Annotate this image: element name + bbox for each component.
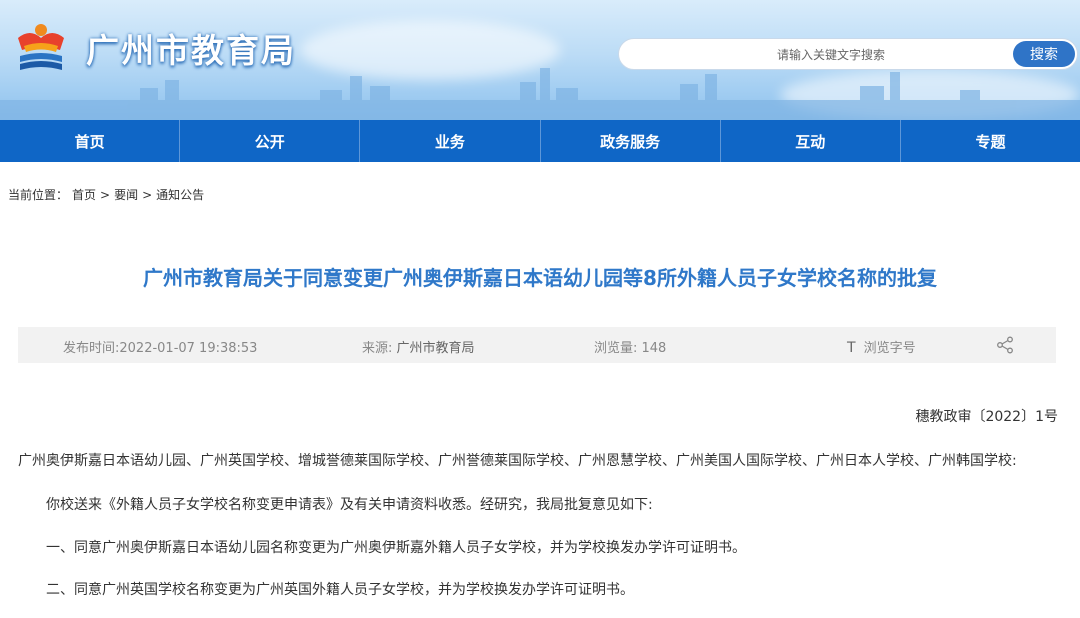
font-size-icon: T (847, 340, 856, 356)
font-size-control[interactable]: T 浏览字号 (847, 337, 916, 356)
breadcrumb-home[interactable]: 首页 (72, 186, 96, 203)
source: 来源: 广州市教育局 (362, 337, 475, 356)
nav-item-home[interactable]: 首页 (0, 120, 181, 162)
main-nav: 首页 公开 业务 政务服务 互动 专题 (0, 120, 1080, 162)
nav-item-public[interactable]: 公开 (180, 120, 361, 162)
header-banner: 广州市教育局 搜索 (0, 0, 1080, 120)
search-button[interactable]: 搜索 (1013, 41, 1075, 67)
breadcrumb-notices[interactable]: 通知公告 (156, 186, 204, 203)
nav-item-business[interactable]: 业务 (360, 120, 541, 162)
search-box: 搜索 (618, 38, 1078, 70)
document-number: 穗教政审〔2022〕1号 (915, 409, 1058, 425)
site-title[interactable]: 广州市教育局 (86, 24, 296, 72)
nav-item-gov-services[interactable]: 政务服务 (541, 120, 721, 162)
breadcrumb-prefix: 当前位置： (8, 188, 69, 202)
nav-item-interaction[interactable]: 互动 (721, 120, 901, 162)
source-label: 来源: (362, 341, 397, 356)
view-count: 浏览量: 148 (594, 341, 667, 356)
share-icon[interactable] (996, 336, 1014, 354)
search-input[interactable] (649, 44, 1013, 66)
article-meta-bar: 发布时间:2022-01-07 19:38:53 来源: 广州市教育局 浏览量:… (18, 327, 1056, 363)
education-bureau-logo (18, 24, 64, 70)
breadcrumb-separator: > (100, 187, 111, 202)
recipients: 广州奥伊斯嘉日本语幼儿园、广州英国学校、增城誉德莱国际学校、广州誉德莱国际学校、… (18, 453, 1017, 469)
breadcrumb: 当前位置： 首页 > 要闻 > 通知公告 (8, 186, 204, 203)
body-paragraph: 一、同意广州奥伊斯嘉日本语幼儿园名称变更为广州奥伊斯嘉外籍人员子女学校，并为学校… (46, 540, 746, 556)
body-paragraph: 你校送来《外籍人员子女学校名称变更申请表》及有关申请资料收悉。经研究，我局批复意… (46, 497, 653, 513)
breadcrumb-separator: > (142, 187, 153, 202)
font-size-label: 浏览字号 (863, 341, 916, 356)
publish-time: 发布时间:2022-01-07 19:38:53 (63, 341, 258, 356)
body-paragraph: 二、同意广州英国学校名称变更为广州英国外籍人员子女学校，并为学校换发办学许可证明… (46, 582, 634, 598)
article-title: 广州市教育局关于同意变更广州奥伊斯嘉日本语幼儿园等8所外籍人员子女学校名称的批复 (143, 266, 937, 290)
nav-item-topics[interactable]: 专题 (901, 120, 1080, 162)
breadcrumb-news[interactable]: 要闻 (114, 186, 138, 203)
source-value: 广州市教育局 (396, 341, 475, 356)
